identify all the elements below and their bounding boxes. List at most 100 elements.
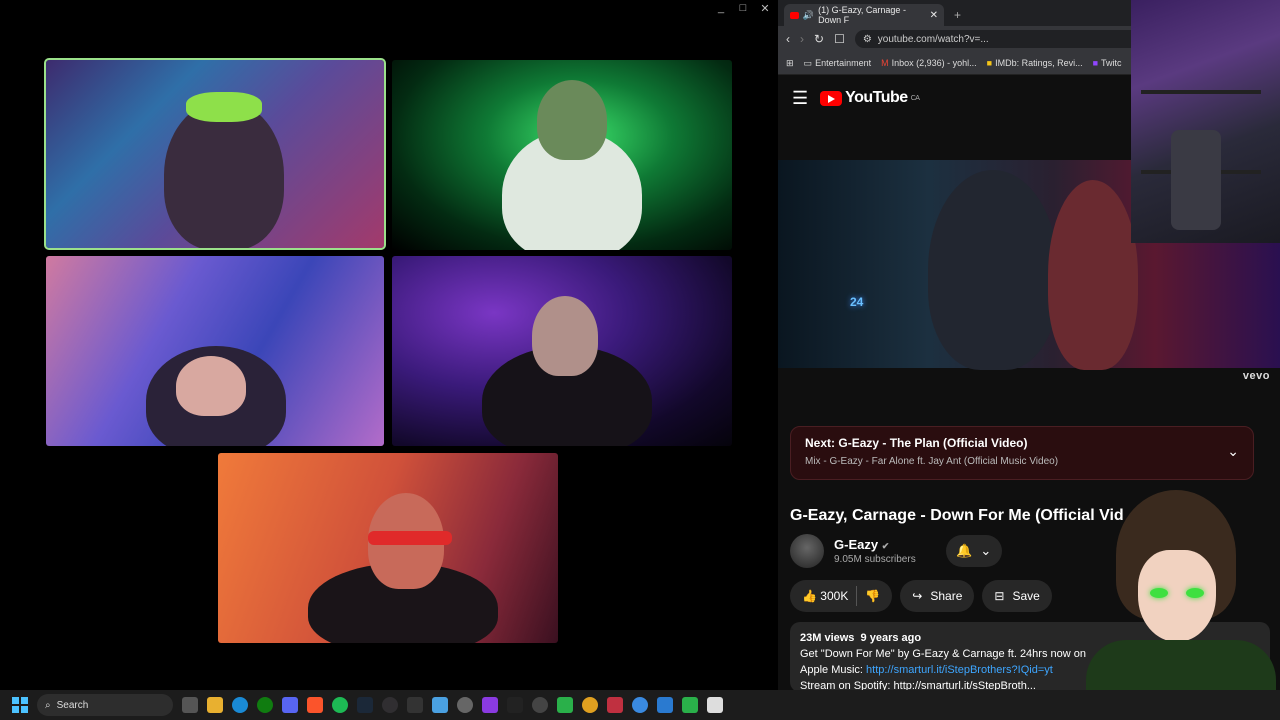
file-explorer-icon[interactable] <box>207 697 223 713</box>
next-prefix: Next: <box>805 436 836 450</box>
vtuber-avatar-overlay <box>1076 480 1280 700</box>
notepad-icon[interactable] <box>432 697 448 713</box>
apple-music-link[interactable]: http://smarturl.it/iStepBrothers?IQid=yt <box>866 664 1053 676</box>
divider <box>856 586 858 606</box>
app-icon[interactable] <box>657 697 673 713</box>
spotify-icon[interactable] <box>332 697 348 713</box>
next-title-line: Next: G-Eazy - The Plan (Official Video) <box>805 436 1239 450</box>
close-tab-button[interactable]: ✕ <box>930 10 938 21</box>
bookmark-gmail[interactable]: M Inbox (2,936) - yohl... <box>881 58 977 68</box>
streamerbot-icon[interactable] <box>682 697 698 713</box>
terminal-icon[interactable] <box>507 697 523 713</box>
logo-text: YouTube <box>845 89 908 106</box>
avatar-eye <box>1186 588 1204 598</box>
brave-icon[interactable] <box>307 697 323 713</box>
bookmark-label: IMDb: Ratings, Revi... <box>995 58 1083 68</box>
participant-tile-1[interactable] <box>44 58 386 250</box>
youtube-logo[interactable]: YouTube CA <box>820 89 920 107</box>
streaming-app-icon[interactable] <box>557 697 573 713</box>
discord-icon[interactable] <box>282 697 298 713</box>
media-app-icon[interactable] <box>482 697 498 713</box>
participant-face <box>176 356 246 416</box>
bookmark-icon[interactable]: ☐ <box>834 32 845 46</box>
edge-icon[interactable] <box>232 697 248 713</box>
chrome-icon[interactable] <box>582 697 598 713</box>
tab-youtube[interactable]: 🔊 (1) G-Eazy, Carnage - Down F ✕ <box>784 4 944 26</box>
taskbar-search[interactable]: ⌕ Search <box>37 694 173 716</box>
obs-icon[interactable] <box>382 697 398 713</box>
save-icon: ⊟ <box>994 589 1005 603</box>
participant-tile-2[interactable] <box>392 60 732 250</box>
sunglasses-icon <box>368 531 452 545</box>
search-icon: ⌕ <box>45 699 51 711</box>
search-label: Search <box>56 699 89 711</box>
bookmark-label: Inbox (2,936) - yohl... <box>891 58 977 68</box>
avatar-eye <box>1150 588 1168 598</box>
close-button[interactable]: ✕ <box>754 0 776 16</box>
notification-bell-button[interactable]: 🔔 ⌄ <box>945 535 1002 567</box>
cat-tree <box>1171 130 1221 230</box>
bookmark-twitch[interactable]: ■ Twitc <box>1093 58 1122 68</box>
speaker-icon[interactable]: 🔊 <box>803 10 814 21</box>
neon-sign: 24 <box>850 295 864 309</box>
video-call-window: _ □ ✕ <box>0 0 776 690</box>
minimize-button[interactable]: _ <box>710 0 732 16</box>
app-window-icon[interactable] <box>707 697 723 713</box>
participant-tile-4[interactable] <box>392 256 732 446</box>
vevo-watermark: vevo <box>1242 370 1270 382</box>
youtube-favicon-icon <box>790 11 799 19</box>
channel-name: G-Eazy <box>834 537 879 552</box>
verified-icon: ✔ <box>881 541 890 551</box>
next-video-title: G-Eazy - The Plan (Official Video) <box>838 436 1028 450</box>
youtube-play-icon <box>820 90 843 106</box>
save-label: Save <box>1012 589 1040 603</box>
save-button[interactable]: ⊟ Save <box>982 580 1052 612</box>
menu-icon[interactable]: ☰ <box>792 88 808 109</box>
url-text: youtube.com/watch?v=... <box>877 33 989 45</box>
like-count: 300K <box>820 589 849 603</box>
chevron-down-icon[interactable]: ⌄ <box>1227 443 1239 460</box>
next-up-card[interactable]: Next: G-Eazy - The Plan (Official Video)… <box>790 426 1254 480</box>
channel-info: G-Eazy ✔ 9.05M subscribers <box>834 537 916 565</box>
maximize-button[interactable]: □ <box>732 0 754 16</box>
back-icon[interactable]: ‹ <box>786 32 790 46</box>
steelseries-icon[interactable] <box>532 697 548 713</box>
apple-label: Apple Music: <box>800 664 863 676</box>
site-info-icon[interactable]: ⚙ <box>863 34 872 45</box>
settings-icon[interactable] <box>457 697 473 713</box>
window-controls: _ □ ✕ <box>710 0 776 16</box>
participant-tile-5[interactable] <box>218 453 558 643</box>
video-figure <box>1048 180 1138 370</box>
chrome-profile-icon[interactable] <box>632 697 648 713</box>
next-mix: Mix - G-Eazy - Far Alone ft. Jay Ant (Of… <box>805 456 1059 467</box>
view-count: 23M views <box>800 632 855 644</box>
headphones-icon <box>186 92 262 122</box>
imdb-icon: ■ <box>986 58 993 68</box>
participant-face <box>537 80 607 160</box>
apps-icon[interactable]: ⊞ <box>786 58 794 69</box>
shelf <box>1141 90 1261 94</box>
region-code: CA <box>910 94 920 102</box>
task-view-icon[interactable] <box>182 697 198 713</box>
bookmark-label: Twitc <box>1101 58 1122 68</box>
bookmark-imdb[interactable]: ■ IMDb: Ratings, Revi... <box>987 58 1083 68</box>
steam-icon[interactable] <box>357 697 373 713</box>
bookmark-entertainment[interactable]: ▭ Entertainment <box>804 58 872 69</box>
like-button[interactable]: 👍 300K <box>802 589 848 603</box>
reload-icon[interactable]: ↻ <box>814 32 824 46</box>
participant-silhouette <box>164 100 284 248</box>
subscriber-count: 9.05M subscribers <box>834 554 916 565</box>
forward-icon[interactable]: › <box>800 32 804 46</box>
participant-tile-3[interactable] <box>46 256 384 446</box>
windows-start-icon[interactable] <box>12 697 28 713</box>
participant-face <box>532 296 598 376</box>
channel-name-row[interactable]: G-Eazy ✔ <box>834 537 916 552</box>
share-icon: ↪ <box>912 589 923 603</box>
channel-avatar[interactable] <box>790 534 824 568</box>
epic-games-icon[interactable] <box>407 697 423 713</box>
new-tab-button[interactable]: + <box>954 8 961 22</box>
xbox-icon[interactable] <box>257 697 273 713</box>
share-button[interactable]: ↪ Share <box>900 580 975 612</box>
thumbs-down-icon[interactable]: 👎 <box>865 589 880 603</box>
valorant-icon[interactable] <box>607 697 623 713</box>
